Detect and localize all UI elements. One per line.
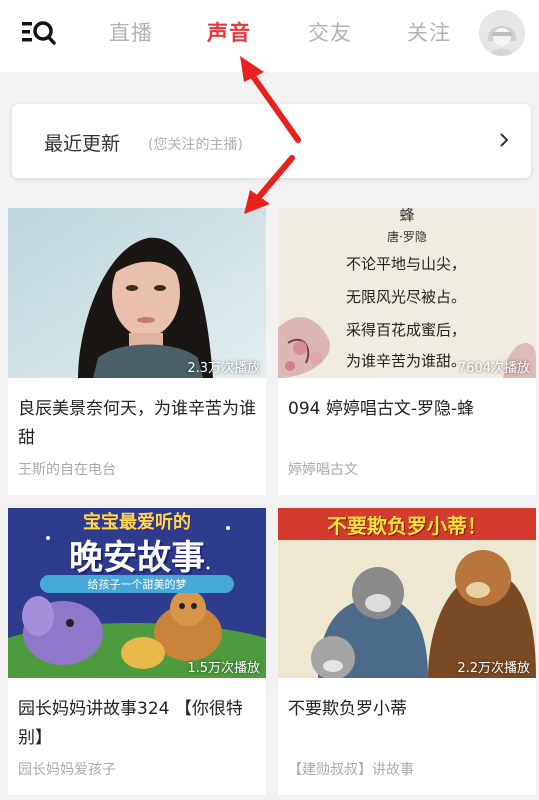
audio-card[interactable]: 不要欺负罗小蒂！ 2.2万次播放 不要欺负罗小蒂 【建勋叔叔】讲故事	[278, 508, 536, 795]
search-menu-icon[interactable]	[22, 19, 56, 45]
tab-live[interactable]: 直播	[109, 17, 153, 47]
poem-line: 为谁辛苦为谁甜。	[346, 352, 467, 370]
poem-line: 无限风光尽被占。	[346, 288, 467, 306]
cover-sub-text: 给孩子一个甜美的梦	[40, 575, 234, 593]
audio-card[interactable]: 蜂 唐·罗隐 不论平地与山尖， 无限风光尽被占。 采得百花成蜜后， 为谁辛苦为谁…	[278, 208, 536, 495]
poem-line: 采得百花成蜜后，	[346, 321, 467, 339]
chevron-right-icon	[500, 133, 509, 147]
recent-updates-card[interactable]: 最近更新 (您关注的主播)	[12, 104, 531, 178]
play-count: 7604次播放	[457, 361, 530, 376]
card-author: 【建勋叔叔】讲故事	[288, 762, 414, 778]
card-author: 王斯的自在电台	[18, 462, 116, 478]
play-count: 1.5万次播放	[187, 661, 260, 676]
card-cover-image: 2.3万次播放	[8, 208, 266, 378]
tab-follow[interactable]: 关注	[407, 17, 451, 47]
card-author: 婷婷唱古文	[288, 462, 358, 478]
play-count: 2.3万次播放	[187, 361, 260, 376]
tab-friends[interactable]: 交友	[308, 17, 352, 47]
poem-heading: 蜂	[399, 208, 415, 224]
card-title: 园长妈妈讲故事324 【你很特别】	[18, 699, 243, 748]
card-title: 094 婷婷唱古文-罗隐-蜂	[288, 399, 475, 419]
cover-main-text: 晚安故事	[69, 538, 205, 578]
audio-card[interactable]: 宝宝最爱听的 晚安故事 给孩子一个甜美的梦 1.5万次播放 园长妈妈讲故事324…	[8, 508, 266, 795]
audio-card[interactable]: 2.3万次播放 良辰美景奈何天，为谁辛苦为谁甜 王斯的自在电台	[8, 208, 266, 495]
card-cover-image: 宝宝最爱听的 晚安故事 给孩子一个甜美的梦 1.5万次播放	[8, 508, 266, 678]
card-cover-image: 蜂 唐·罗隐 不论平地与山尖， 无限风光尽被占。 采得百花成蜜后， 为谁辛苦为谁…	[278, 208, 536, 378]
tab-sound[interactable]: 声音	[207, 17, 251, 47]
card-author: 园长妈妈爱孩子	[18, 762, 116, 778]
card-cover-image: 不要欺负罗小蒂！ 2.2万次播放	[278, 508, 536, 678]
recent-updates-subtitle: (您关注的主播)	[148, 137, 243, 153]
play-count: 2.2万次播放	[457, 661, 530, 676]
user-avatar-icon[interactable]	[479, 10, 525, 56]
card-title: 不要欺负罗小蒂	[288, 699, 407, 719]
recent-updates-title: 最近更新	[44, 133, 121, 155]
top-nav-bar: 直播 声音 交友 关注	[0, 0, 539, 72]
cover-main-text: 不要欺负罗小蒂！	[327, 514, 487, 538]
poem-author: 唐·罗隐	[387, 230, 427, 244]
poem-line: 不论平地与山尖，	[346, 255, 467, 273]
card-title: 良辰美景奈何天，为谁辛苦为谁甜	[18, 399, 256, 448]
